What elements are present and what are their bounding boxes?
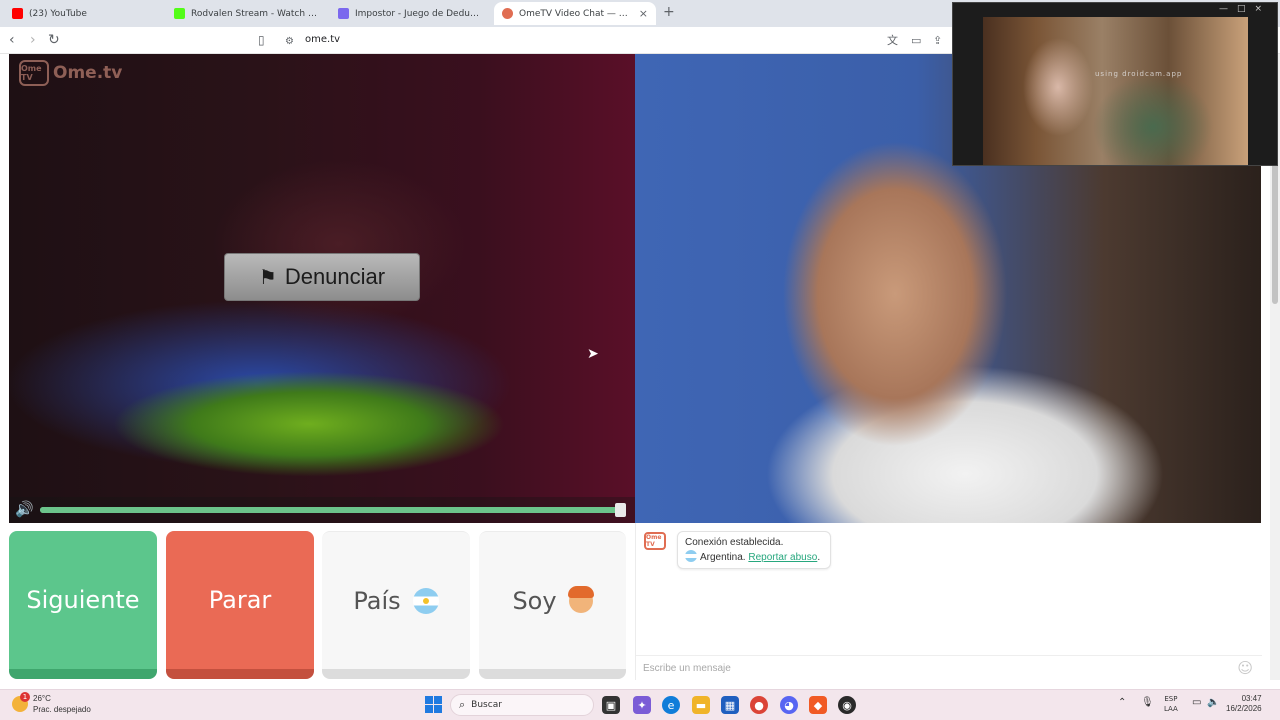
task-view-icon[interactable]: ▣	[602, 696, 620, 714]
language-indicator[interactable]: ESP LAA	[1164, 694, 1178, 714]
stop-button[interactable]: Parar	[166, 531, 314, 679]
copilot-icon[interactable]: ✦	[633, 696, 651, 714]
impostor-icon	[338, 8, 349, 19]
droidcam-watermark: using droidcam.app	[1095, 70, 1183, 78]
forward-icon[interactable]: ›	[30, 32, 36, 48]
country-line: Argentina. Reportar abuso.	[685, 550, 823, 565]
tab-kick[interactable]: Rodvalen Stream - Watch Live on Kick	[166, 2, 326, 25]
language-top: ESP	[1164, 695, 1178, 703]
translate-icon[interactable]: 文	[887, 33, 898, 49]
country-button[interactable]: País	[322, 531, 470, 679]
next-label: Siguiente	[26, 586, 140, 614]
ometv-logo-badge: Ome TV	[19, 60, 49, 86]
gender-label: Soy	[512, 586, 557, 615]
ometv-icon	[502, 8, 513, 19]
system-clock[interactable]: 03:47 16/2/2026	[1226, 694, 1262, 714]
bookmark-icon[interactable]: ▯	[258, 32, 265, 48]
message-bar: ☺	[636, 655, 1262, 680]
search-placeholder: Buscar	[471, 700, 502, 710]
gender-button[interactable]: Soy	[479, 531, 626, 679]
report-button[interactable]: ⚑ Denunciar	[224, 253, 420, 301]
camera-preview-window[interactable]: —□× using droidcam.app	[952, 2, 1278, 166]
discord-icon[interactable]: ◕	[780, 696, 798, 714]
tab-title: Impostor - Juego de Deducción Online	[355, 8, 482, 19]
flag-icon: ⚑	[258, 266, 277, 289]
weather-temp: 26°C	[33, 694, 51, 703]
url-field[interactable]: ome.tv	[305, 34, 340, 45]
tab-youtube[interactable]: (23) YouTube	[4, 2, 164, 25]
tab-title: Rodvalen Stream - Watch Live on Kick	[191, 8, 318, 19]
report-suffix: .	[817, 552, 821, 563]
clock-date: 16/2/2026	[1226, 704, 1262, 713]
report-label: Denunciar	[284, 264, 386, 289]
clock-time: 03:47	[1241, 694, 1262, 703]
weather-widget[interactable]: 1 26°C Prac. despejado	[12, 692, 91, 715]
search-icon: ⌕	[459, 698, 466, 711]
ometv-logo-word: Ome.tv	[53, 63, 123, 83]
boy-face-icon	[567, 585, 594, 613]
country-label: País	[353, 586, 401, 615]
kick-icon	[174, 8, 185, 19]
volume-handle[interactable]	[615, 503, 626, 517]
volume-slider[interactable]	[40, 507, 623, 513]
reload-icon[interactable]: ↻	[48, 32, 60, 48]
close-tab-icon[interactable]: ×	[639, 7, 648, 20]
chat-ometv-logo: Ome TV	[644, 532, 666, 550]
tab-impostor[interactable]: Impostor - Juego de Deducción Online	[330, 2, 490, 25]
network-icon[interactable]: ▭	[1192, 697, 1201, 708]
speaker-icon[interactable]: 🔊	[15, 500, 34, 518]
argentina-flag-icon	[412, 587, 439, 614]
stop-label: Parar	[208, 586, 272, 614]
notification-badge: 1	[20, 692, 30, 702]
system-message: Conexión establecida. Argentina. Reporta…	[677, 531, 831, 569]
store-icon[interactable]: ▦	[721, 696, 739, 714]
windows-start-icon[interactable]	[425, 696, 442, 713]
tab-title: OmeTV Video Chat — Omegle	[519, 8, 633, 19]
share-icon[interactable]: ⇪	[933, 33, 942, 49]
window-controls[interactable]: —□×	[1219, 4, 1271, 14]
tab-ometv[interactable]: OmeTV Video Chat — Omegle ×	[494, 2, 656, 25]
volume-fill	[40, 507, 623, 513]
tray-overflow-icon[interactable]: ⌃	[1118, 697, 1126, 708]
ometv-logo: Ome TV Ome.tv	[19, 60, 122, 86]
site-settings-icon[interactable]: ⚙	[285, 34, 294, 50]
back-icon[interactable]: ‹	[9, 32, 15, 48]
obs-icon[interactable]: ◉	[838, 696, 856, 714]
volume-icon[interactable]: 🔈	[1207, 697, 1219, 708]
language-bottom: LAA	[1164, 705, 1178, 713]
chat-panel: Ome TV Conexión establecida. Argentina. …	[635, 523, 1262, 680]
brave-icon[interactable]: ◆	[809, 696, 827, 714]
stranger-video: Ome TV Ome.tv ⚑ Denunciar ➤ 🔊	[9, 54, 635, 523]
chrome-icon[interactable]: ●	[750, 696, 768, 714]
emoji-icon[interactable]: ☺	[1237, 659, 1253, 677]
camera-feed: using droidcam.app	[983, 17, 1248, 165]
country-name: Argentina.	[700, 552, 746, 563]
tab-title: (23) YouTube	[29, 8, 87, 19]
taskbar-search[interactable]: ⌕ Buscar	[450, 694, 594, 716]
weather-sun-icon: 1	[12, 692, 30, 712]
next-button[interactable]: Siguiente	[9, 531, 157, 679]
windows-taskbar: 1 26°C Prac. despejado ⌕ Buscar ▣ ✦ e ▬ …	[0, 689, 1280, 720]
argentina-flag-icon	[685, 550, 697, 562]
youtube-icon	[12, 8, 23, 19]
edge-icon[interactable]: e	[662, 696, 680, 714]
report-abuse-link[interactable]: Reportar abuso	[748, 552, 817, 563]
cast-icon[interactable]: ▭	[911, 33, 921, 49]
message-input[interactable]	[643, 660, 1223, 677]
file-explorer-icon[interactable]: ▬	[692, 696, 710, 714]
weather-desc: Prac. despejado	[33, 705, 91, 714]
connection-status: Conexión establecida.	[685, 537, 784, 548]
mouse-cursor-icon: ➤	[587, 346, 599, 362]
new-tab-button[interactable]: +	[663, 4, 675, 20]
volume-bar: 🔊	[9, 497, 635, 523]
microphone-icon[interactable]: 🎙	[1141, 697, 1154, 708]
